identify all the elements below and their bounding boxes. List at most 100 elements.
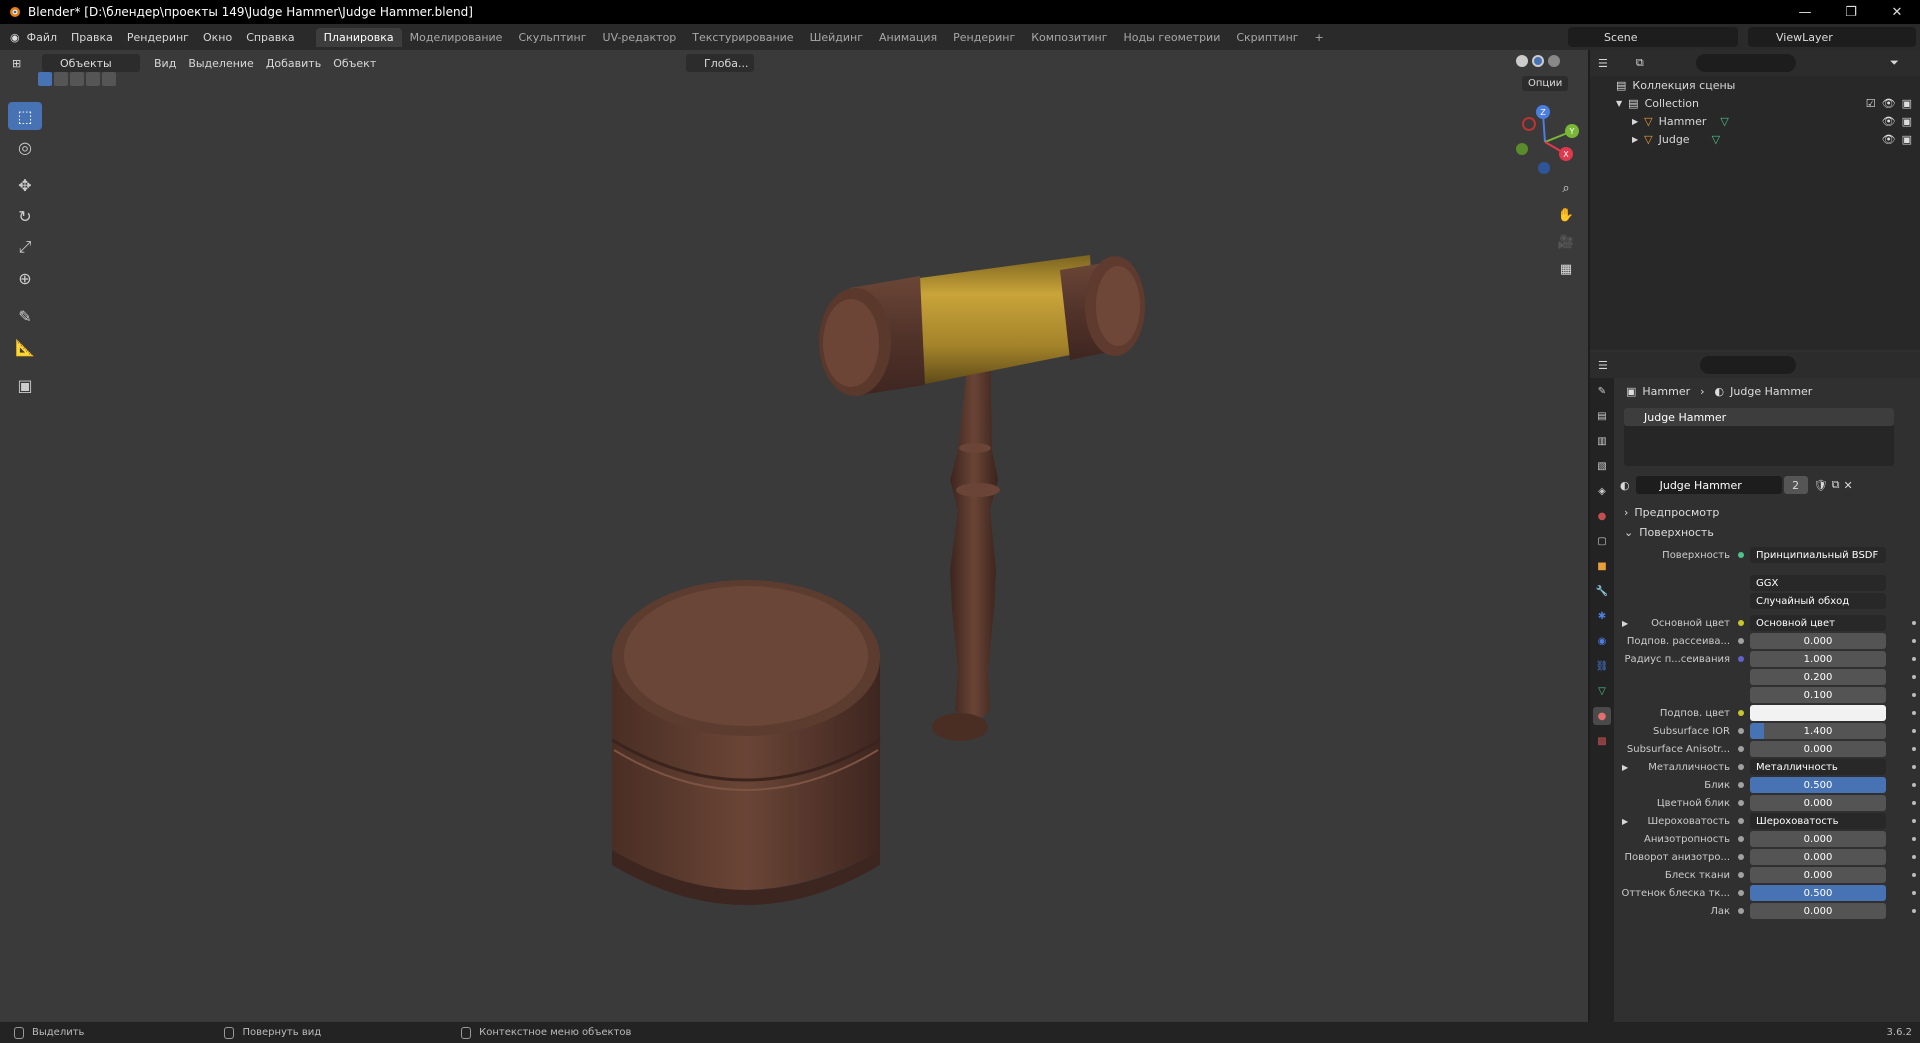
workspace-tab-10[interactable]: Скриптинг bbox=[1228, 28, 1306, 47]
number-field[interactable]: 0.000 bbox=[1750, 903, 1886, 919]
select-intersect-icon[interactable] bbox=[102, 72, 116, 86]
socket-icon[interactable] bbox=[1738, 710, 1744, 716]
socket-icon[interactable] bbox=[1738, 620, 1744, 626]
navigation-gizmo[interactable]: Z Y X bbox=[1505, 102, 1585, 182]
modifier-tab-icon[interactable]: 🔧 bbox=[1593, 582, 1611, 600]
material-slot[interactable]: Judge Hammer bbox=[1624, 408, 1894, 426]
select-box-tool[interactable]: ⬚ bbox=[8, 102, 42, 130]
socket-icon[interactable] bbox=[1738, 872, 1744, 878]
transform-orientation-dropdown[interactable]: Глоба... bbox=[686, 54, 754, 72]
select-invert-icon[interactable] bbox=[86, 72, 100, 86]
selection-mode-buttons[interactable] bbox=[38, 72, 116, 86]
unlink-icon[interactable]: ✕ bbox=[1843, 479, 1852, 492]
keyframe-dot-icon[interactable] bbox=[1912, 747, 1916, 751]
tool-tab-icon[interactable]: ✎ bbox=[1593, 382, 1611, 400]
surface-panel-header[interactable]: ⌄ Поверхность bbox=[1616, 522, 1920, 542]
properties-search-input[interactable] bbox=[1700, 356, 1796, 374]
socket-icon[interactable] bbox=[1738, 656, 1744, 662]
scale-tool[interactable]: ⤢ bbox=[8, 233, 42, 261]
linked-input-field[interactable]: Основной цвет bbox=[1750, 615, 1886, 631]
keyframe-dot-icon[interactable] bbox=[1912, 819, 1916, 823]
perspective-grid-icon[interactable]: ▦ bbox=[1554, 257, 1578, 281]
object-tab-icon[interactable]: ■ bbox=[1593, 557, 1611, 575]
close-window-button[interactable]: ✕ bbox=[1874, 0, 1920, 24]
surface-shader-field[interactable]: Принципиальный BSDF bbox=[1750, 547, 1886, 563]
workspace-tab-6[interactable]: Анимация bbox=[871, 28, 945, 47]
texture-tab-icon[interactable]: ▩ bbox=[1593, 732, 1611, 750]
workspace-tab-3[interactable]: UV-редактор bbox=[595, 28, 685, 47]
camera-render-icon[interactable]: ▣ bbox=[1902, 133, 1912, 146]
world-tab-icon[interactable]: ● bbox=[1593, 507, 1611, 525]
collapse-arrow-icon[interactable]: ▼ bbox=[1616, 99, 1622, 108]
workspace-tab-8[interactable]: Композитинг bbox=[1023, 28, 1115, 47]
material-browse-icon[interactable]: ◐ bbox=[1620, 479, 1630, 492]
checkbox-icon[interactable]: ☑ bbox=[1866, 97, 1876, 110]
display-mode-icon[interactable]: ⧉ bbox=[1636, 56, 1644, 70]
annotate-tool[interactable]: ✎ bbox=[8, 302, 42, 330]
keyframe-dot-icon[interactable] bbox=[1912, 855, 1916, 859]
socket-icon[interactable] bbox=[1738, 764, 1744, 770]
menu-2[interactable]: Рендеринг bbox=[120, 31, 196, 44]
keyframe-dot-icon[interactable] bbox=[1912, 729, 1916, 733]
number-field[interactable]: 1.400 bbox=[1750, 723, 1886, 739]
keyframe-dot-icon[interactable] bbox=[1912, 801, 1916, 805]
number-field[interactable]: 0.500 bbox=[1750, 885, 1886, 901]
expand-arrow-icon[interactable]: ▶ bbox=[1622, 619, 1628, 628]
eye-icon[interactable]: 👁 bbox=[1882, 97, 1896, 110]
workspace-tab-4[interactable]: Текстурирование bbox=[684, 28, 801, 47]
workspace-tab-9[interactable]: Ноды геометрии bbox=[1116, 28, 1229, 47]
workspace-tab-2[interactable]: Скульптинг bbox=[510, 28, 594, 47]
material-users-count[interactable]: 2 bbox=[1783, 476, 1808, 494]
socket-icon[interactable] bbox=[1738, 908, 1744, 914]
color-swatch[interactable] bbox=[1750, 705, 1886, 721]
socket-icon[interactable] bbox=[1738, 854, 1744, 860]
pan-hand-icon[interactable]: ✋ bbox=[1554, 203, 1578, 227]
outliner-collection[interactable]: ▼ ▤ Collection ☑ 👁 ▣ bbox=[1590, 94, 1920, 112]
constraints-tab-icon[interactable]: ⛓ bbox=[1593, 657, 1611, 675]
camera-render-icon[interactable]: ▣ bbox=[1902, 115, 1912, 128]
keyframe-dot-icon[interactable] bbox=[1912, 693, 1916, 697]
eye-icon[interactable]: 👁 bbox=[1882, 115, 1896, 128]
number-field[interactable]: 0.000 bbox=[1750, 795, 1886, 811]
number-field[interactable]: 0.200 bbox=[1750, 669, 1886, 685]
number-field[interactable]: 0.000 bbox=[1750, 633, 1886, 649]
viewport-menu-1[interactable]: Выделение bbox=[182, 57, 260, 70]
outliner-scene-collection[interactable]: ▤ Коллекция сцены bbox=[1590, 76, 1920, 94]
scene-selector[interactable]: Scene bbox=[1568, 27, 1738, 47]
keyframe-dot-icon[interactable] bbox=[1912, 873, 1916, 877]
3d-viewport[interactable]: ⊞ Объекты Вид Выделение Добавить Объект Гло… bbox=[0, 50, 1588, 1022]
object-mode-dropdown[interactable]: Объекты bbox=[42, 54, 140, 72]
number-field[interactable]: 0.000 bbox=[1750, 867, 1886, 883]
outliner[interactable]: ☰ ⧉ ⏷ ▤ Коллекция сцены ▼ ▤ Collection ☑… bbox=[1590, 50, 1920, 350]
preview-panel-header[interactable]: › Предпросмотр bbox=[1616, 502, 1920, 522]
outliner-editor-icon[interactable]: ☰ bbox=[1598, 57, 1608, 70]
cursor-tool[interactable]: ◎ bbox=[8, 133, 42, 161]
material-slot-list[interactable]: Judge Hammer bbox=[1624, 408, 1894, 466]
render-tab-icon[interactable]: ▤ bbox=[1593, 407, 1611, 425]
duplicate-icon[interactable]: ⧉ bbox=[1832, 478, 1840, 492]
menu-3[interactable]: Окно bbox=[196, 31, 239, 44]
outliner-object-judge[interactable]: ▶ ▽ Judge ▽ 👁 ▣ bbox=[1590, 130, 1920, 148]
eye-icon[interactable]: 👁 bbox=[1882, 133, 1896, 146]
socket-icon[interactable] bbox=[1738, 728, 1744, 734]
material-tab-icon[interactable]: ● bbox=[1593, 707, 1611, 725]
linked-input-field[interactable]: Шероховатость bbox=[1750, 813, 1886, 829]
shading-rendered-icon[interactable] bbox=[1548, 55, 1560, 67]
keyframe-dot-icon[interactable] bbox=[1912, 765, 1916, 769]
viewport-menu-3[interactable]: Объект bbox=[327, 57, 382, 70]
select-extend-icon[interactable] bbox=[54, 72, 68, 86]
workspace-tab-1[interactable]: Моделирование bbox=[402, 28, 511, 47]
filter-icon[interactable]: ⏷ bbox=[1890, 56, 1899, 70]
add-cube-tool[interactable]: ▣ bbox=[8, 371, 42, 399]
socket-icon[interactable] bbox=[1738, 800, 1744, 806]
fake-user-icon[interactable]: 🛡 bbox=[1814, 479, 1828, 492]
linked-input-field[interactable]: Металличность bbox=[1750, 759, 1886, 775]
keyframe-dot-icon[interactable] bbox=[1912, 711, 1916, 715]
options-dropdown[interactable]: Опции bbox=[1522, 76, 1569, 91]
material-name-field[interactable]: Judge Hammer bbox=[1635, 476, 1782, 494]
shading-material-icon[interactable] bbox=[1532, 55, 1544, 67]
workspace-tab-7[interactable]: Рендеринг bbox=[945, 28, 1023, 47]
socket-icon[interactable] bbox=[1738, 836, 1744, 842]
move-tool[interactable]: ✥ bbox=[8, 171, 42, 199]
socket-icon[interactable] bbox=[1738, 818, 1744, 824]
